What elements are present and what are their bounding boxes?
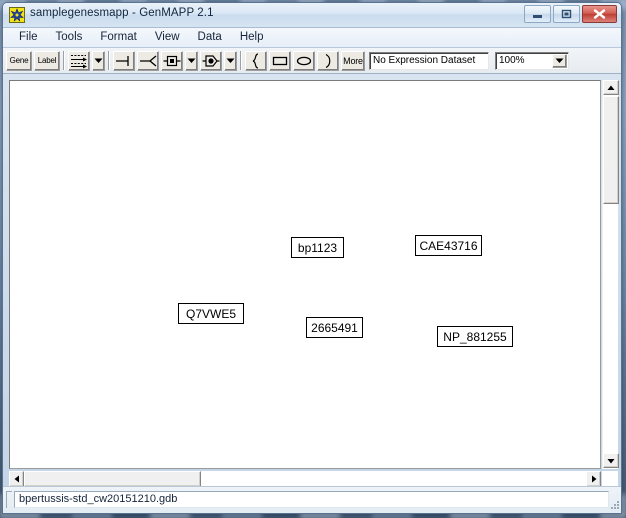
toolbar-separator [108,51,110,70]
menu-item-view[interactable]: View [146,30,189,45]
brace-button[interactable] [245,50,267,71]
label-button[interactable]: Label [34,50,60,71]
horizontal-scroll-thumb[interactable] [24,471,201,487]
minimize-button[interactable] [524,5,551,23]
ligand-dropdown[interactable] [185,50,198,71]
client-area: bp1123 CAE43716 Q7VWE5 2665491 NP_881255 [6,73,620,487]
gene-box-cae43716[interactable]: CAE43716 [415,235,482,256]
scroll-down-arrow[interactable] [603,453,619,468]
status-bar: bpertussis-std_cw20151210.gdb [3,486,621,513]
title-bar: samplegenesmapp - GenMAPP 2.1 [3,3,621,28]
arrows-button[interactable] [68,50,90,71]
horizontal-scrollbar[interactable] [9,471,601,487]
status-bar-left-edge [6,491,12,508]
toolbar-separator [63,51,65,70]
window-title: samplegenesmapp - GenMAPP 2.1 [30,7,214,19]
receptor-dropdown[interactable] [224,50,237,71]
arrows-dropdown[interactable] [92,50,105,71]
status-bar-panel: bpertussis-std_cw20151210.gdb [14,491,609,508]
expression-dataset-field[interactable]: No Expression Dataset [369,51,489,70]
scrollbar-corner [602,471,618,487]
status-bar-text: bpertussis-std_cw20151210.gdb [19,493,178,505]
maximize-button[interactable] [553,5,580,23]
arc-button[interactable] [317,50,339,71]
menu-item-data[interactable]: Data [189,30,231,45]
gene-box-2665491[interactable]: 2665491 [306,317,363,338]
toolbar: Gene Label More No Expression Dataset 10… [3,48,621,74]
toolbar-separator [240,51,242,70]
vertical-scroll-thumb[interactable] [603,96,619,204]
rectangle-button[interactable] [269,50,291,71]
receptor-round-button[interactable] [200,50,222,71]
line-tbar-button[interactable] [113,50,135,71]
gene-button[interactable]: Gene [6,50,32,71]
ligand-shape-button[interactable] [161,50,183,71]
resize-grip-icon[interactable] [608,499,621,512]
menu-bar: File Tools Format View Data Help [3,28,621,48]
menu-item-format[interactable]: Format [91,30,145,45]
menu-item-file[interactable]: File [10,30,47,45]
close-button[interactable] [582,5,617,23]
scroll-left-arrow[interactable] [9,471,24,487]
line-receptor-button[interactable] [137,50,159,71]
scroll-right-arrow[interactable] [586,471,601,487]
gene-box-np-881255[interactable]: NP_881255 [437,326,513,347]
pathway-canvas[interactable]: bp1123 CAE43716 Q7VWE5 2665491 NP_881255 [9,80,601,469]
oval-button[interactable] [293,50,315,71]
menu-item-help[interactable]: Help [231,30,273,45]
more-button[interactable]: More [341,50,365,71]
menu-item-tools[interactable]: Tools [47,30,92,45]
zoom-combo[interactable]: 100% [495,51,569,70]
gene-box-q7vwe5[interactable]: Q7VWE5 [178,303,244,324]
genmapp-star-icon [9,7,25,23]
chevron-down-icon[interactable] [552,53,567,68]
scroll-up-arrow[interactable] [603,80,619,95]
gene-box-bp1123[interactable]: bp1123 [291,237,344,258]
genmapp-application-window: samplegenesmapp - GenMAPP 2.1 File Tools [2,2,622,514]
vertical-scrollbar[interactable] [602,80,619,469]
